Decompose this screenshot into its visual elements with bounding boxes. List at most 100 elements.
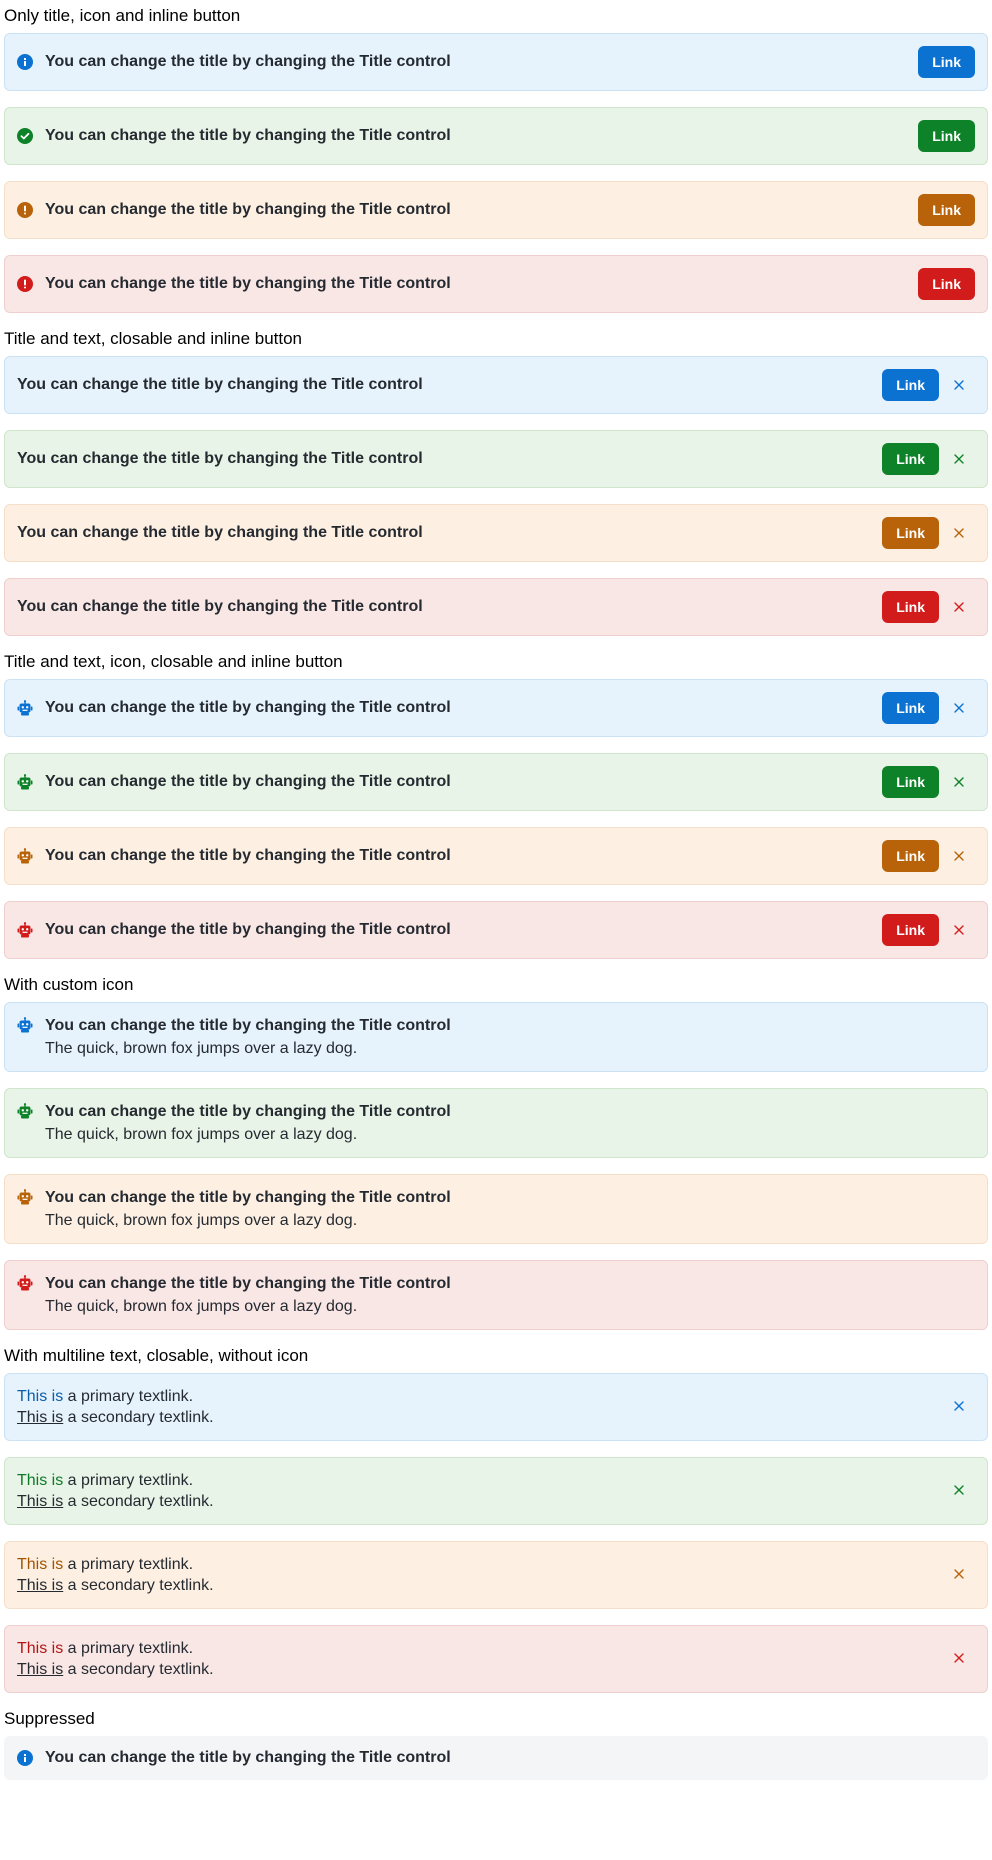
- alert-info: You can change the title by changing the…: [4, 1002, 988, 1072]
- alert-critical: You can change the title by changing the…: [4, 1260, 988, 1330]
- section-heading-multiline: With multiline text, closable, without i…: [4, 1346, 309, 1365]
- robot-icon: [17, 922, 33, 938]
- secondary-line: This is a secondary textlink.: [17, 1575, 214, 1596]
- robot-icon: [17, 1189, 33, 1205]
- alert-critical: You can change the title by changing the…: [4, 255, 988, 313]
- secondary-line-text: a secondary textlink.: [63, 1661, 214, 1678]
- secondary-line-text: a secondary textlink.: [63, 1409, 214, 1426]
- info-circle-icon: [17, 54, 33, 70]
- primary-line-text: a primary textlink.: [63, 1388, 194, 1405]
- secondary-textlink[interactable]: This is: [17, 1409, 63, 1426]
- link-button[interactable]: Link: [882, 692, 939, 724]
- close-icon[interactable]: [943, 443, 975, 475]
- primary-textlink[interactable]: This is: [17, 1556, 63, 1573]
- alert-warning: You can change the title by changing the…: [4, 827, 988, 885]
- robot-icon: [17, 1275, 33, 1291]
- alert-title: You can change the title by changing the…: [45, 1275, 451, 1292]
- page: Only title, icon and inline button You c…: [0, 0, 992, 1780]
- robot-icon: [17, 1017, 33, 1033]
- primary-textlink[interactable]: This is: [17, 1640, 63, 1657]
- link-button[interactable]: Link: [882, 840, 939, 872]
- secondary-line-text: a secondary textlink.: [63, 1577, 214, 1594]
- link-button[interactable]: Link: [918, 268, 975, 300]
- alert-title: You can change the title by changing the…: [45, 773, 451, 790]
- close-icon[interactable]: [943, 692, 975, 724]
- link-button[interactable]: Link: [882, 443, 939, 475]
- close-icon[interactable]: [943, 914, 975, 946]
- alert-title: You can change the title by changing the…: [45, 1749, 451, 1766]
- secondary-textlink[interactable]: This is: [17, 1493, 63, 1510]
- alert-warning: This is a primary textlink. This is a se…: [4, 1541, 988, 1609]
- close-icon[interactable]: [943, 1642, 975, 1674]
- link-button[interactable]: Link: [882, 369, 939, 401]
- secondary-line: This is a secondary textlink.: [17, 1659, 214, 1680]
- info-circle-icon: [17, 1750, 33, 1766]
- secondary-line: This is a secondary textlink.: [17, 1407, 214, 1428]
- robot-icon: [17, 848, 33, 864]
- link-button[interactable]: Link: [882, 914, 939, 946]
- alert-description: The quick, brown fox jumps over a lazy d…: [45, 1212, 358, 1229]
- alert-warning: You can change the title by changing the…: [4, 1174, 988, 1244]
- alert-success: You can change the title by changing the…: [4, 430, 988, 488]
- section-heading-closable-button: Title and text, closable and inline butt…: [4, 329, 303, 348]
- link-button[interactable]: Link: [918, 46, 975, 78]
- alert-description: The quick, brown fox jumps over a lazy d…: [45, 1126, 358, 1143]
- alert-info: This is a primary textlink. This is a se…: [4, 1373, 988, 1441]
- primary-line-text: a primary textlink.: [63, 1640, 194, 1657]
- close-icon[interactable]: [943, 517, 975, 549]
- close-icon[interactable]: [943, 369, 975, 401]
- robot-icon: [17, 774, 33, 790]
- alert-info: You can change the title by changing the…: [4, 33, 988, 91]
- primary-line: This is a primary textlink.: [17, 1638, 214, 1659]
- alert-success: This is a primary textlink. This is a se…: [4, 1457, 988, 1525]
- link-button[interactable]: Link: [882, 517, 939, 549]
- check-circle-icon: [17, 128, 33, 144]
- close-icon[interactable]: [943, 1558, 975, 1590]
- alert-title: You can change the title by changing the…: [45, 127, 451, 144]
- alert-success: You can change the title by changing the…: [4, 1088, 988, 1158]
- alert-title: You can change the title by changing the…: [45, 201, 451, 218]
- alert-title: You can change the title by changing the…: [17, 376, 423, 393]
- section-heading-suppressed: Suppressed: [4, 1709, 95, 1728]
- alert-info: You can change the title by changing the…: [4, 356, 988, 414]
- alert-circle-icon: [17, 276, 33, 292]
- primary-line: This is a primary textlink.: [17, 1386, 214, 1407]
- primary-line-text: a primary textlink.: [63, 1556, 194, 1573]
- link-button[interactable]: Link: [918, 120, 975, 152]
- alert-warning: You can change the title by changing the…: [4, 504, 988, 562]
- secondary-textlink[interactable]: This is: [17, 1577, 63, 1594]
- alert-success: You can change the title by changing the…: [4, 107, 988, 165]
- alert-title: You can change the title by changing the…: [45, 1017, 451, 1034]
- alert-title: You can change the title by changing the…: [45, 1189, 451, 1206]
- primary-textlink[interactable]: This is: [17, 1472, 63, 1489]
- primary-textlink[interactable]: This is: [17, 1388, 63, 1405]
- alert-description: The quick, brown fox jumps over a lazy d…: [45, 1040, 358, 1057]
- secondary-line: This is a secondary textlink.: [17, 1491, 214, 1512]
- alert-title: You can change the title by changing the…: [45, 53, 451, 70]
- close-icon[interactable]: [943, 1474, 975, 1506]
- alert-title: You can change the title by changing the…: [17, 598, 423, 615]
- alert-success: You can change the title by changing the…: [4, 753, 988, 811]
- alert-critical: This is a primary textlink. This is a se…: [4, 1625, 988, 1693]
- alert-title: You can change the title by changing the…: [45, 847, 451, 864]
- close-icon[interactable]: [943, 766, 975, 798]
- alert-title: You can change the title by changing the…: [45, 1103, 451, 1120]
- close-icon[interactable]: [943, 591, 975, 623]
- link-button[interactable]: Link: [918, 194, 975, 226]
- close-icon[interactable]: [943, 840, 975, 872]
- alert-warning: You can change the title by changing the…: [4, 181, 988, 239]
- alert-title: You can change the title by changing the…: [17, 524, 423, 541]
- alert-suppressed: You can change the title by changing the…: [4, 1736, 988, 1780]
- alert-title: You can change the title by changing the…: [45, 275, 451, 292]
- alert-title: You can change the title by changing the…: [45, 699, 451, 716]
- alert-title: You can change the title by changing the…: [45, 921, 451, 938]
- alert-critical: You can change the title by changing the…: [4, 901, 988, 959]
- secondary-textlink[interactable]: This is: [17, 1661, 63, 1678]
- section-heading-title-icon-button: Only title, icon and inline button: [4, 6, 241, 25]
- link-button[interactable]: Link: [882, 766, 939, 798]
- robot-icon: [17, 1103, 33, 1119]
- secondary-line-text: a secondary textlink.: [63, 1493, 214, 1510]
- close-icon[interactable]: [943, 1390, 975, 1422]
- link-button[interactable]: Link: [882, 591, 939, 623]
- section-heading-icon-closable-button: Title and text, icon, closable and inlin…: [4, 652, 343, 671]
